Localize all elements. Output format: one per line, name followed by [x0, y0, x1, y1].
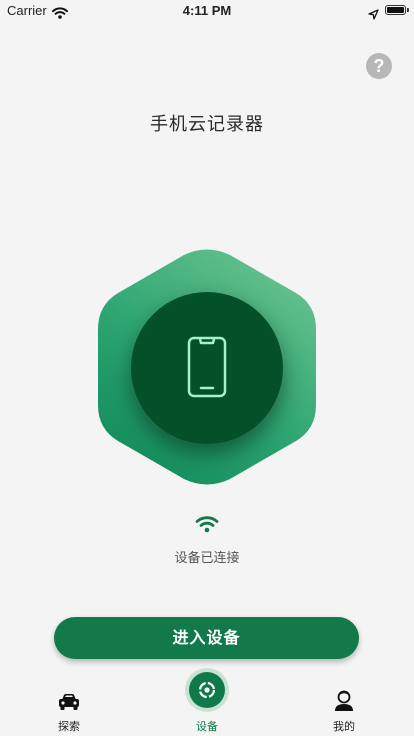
- location-arrow-icon: [368, 5, 379, 24]
- tab-label: 设备: [196, 720, 218, 733]
- tab-bar: 探索 设备 我的: [0, 668, 414, 736]
- phone-icon: [187, 336, 227, 402]
- wifi-connected-icon: [195, 515, 219, 537]
- status-bar: Carrier 4:11 PM: [0, 0, 414, 22]
- clock: 4:11 PM: [182, 3, 232, 18]
- tab-device[interactable]: 设备: [177, 668, 237, 736]
- connection-status: 设备已连接: [174, 551, 240, 566]
- help-button[interactable]: ?: [366, 53, 392, 79]
- tab-mine[interactable]: 我的: [314, 668, 374, 736]
- device-icon: [197, 680, 217, 704]
- battery-icon: [385, 5, 406, 15]
- page-title: 手机云记录器: [150, 114, 264, 135]
- enter-device-button[interactable]: 进入设备: [54, 617, 359, 659]
- car-icon: [58, 693, 80, 715]
- tab-label: 我的: [333, 720, 355, 733]
- tab-label: 探索: [58, 720, 80, 733]
- person-icon: [334, 690, 354, 716]
- tab-explore[interactable]: 探索: [39, 668, 99, 736]
- battery-tip: [407, 8, 409, 12]
